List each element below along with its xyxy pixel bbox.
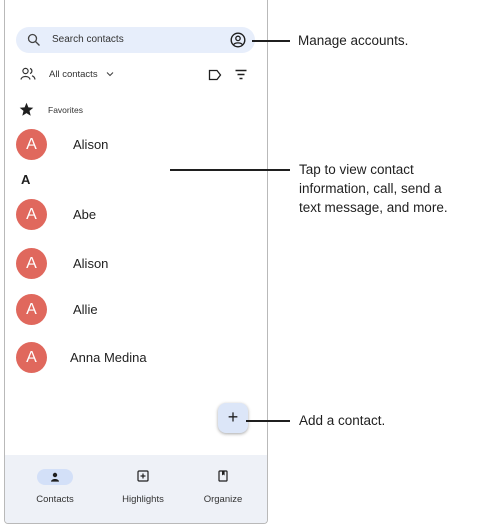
contact-row[interactable]: A Anna Medina: [5, 342, 267, 376]
contact-name: Alison: [73, 137, 109, 152]
callout-tap-line-3: text message, and more.: [299, 200, 448, 215]
callout-add-contact: Add a contact.: [299, 413, 386, 428]
callout-tap-line-1: Tap to view contact: [299, 162, 414, 177]
nav-highlights[interactable]: Highlights: [103, 469, 183, 505]
account-circle-icon[interactable]: [230, 32, 246, 48]
callout-line-manage: [252, 40, 290, 42]
contact-row[interactable]: A Abe: [5, 199, 267, 233]
contact-name: Alison: [73, 256, 109, 271]
bottom-navigation: Contacts Highlights Organize: [5, 455, 267, 523]
search-icon: [27, 33, 40, 46]
nav-organize[interactable]: Organize: [183, 469, 263, 505]
contact-row[interactable]: A Alison: [5, 129, 267, 163]
all-contacts-dropdown[interactable]: All contacts: [49, 69, 98, 80]
contacts-app-screen: Search contacts All contacts Favorites A…: [4, 0, 268, 524]
contact-row[interactable]: A Allie: [5, 294, 267, 328]
callout-line-tap: [170, 169, 290, 171]
favorites-header: Favorites: [5, 102, 267, 118]
section-letter: A: [21, 172, 31, 187]
avatar: A: [16, 129, 47, 160]
contact-name: Abe: [73, 207, 97, 222]
favorites-label: Favorites: [48, 105, 83, 115]
people-icon: [20, 67, 36, 80]
nav-highlights-icon-wrap: [103, 469, 183, 485]
callout-line-add: [246, 420, 290, 422]
star-icon: [19, 102, 34, 116]
nav-organize-icon-wrap: [183, 469, 263, 485]
avatar: A: [16, 199, 47, 230]
search-input[interactable]: Search contacts: [52, 34, 124, 45]
avatar: A: [16, 294, 47, 325]
bookmark-icon: [218, 470, 228, 482]
callout-manage-accounts: Manage accounts.: [298, 33, 409, 48]
add-contact-button[interactable]: +: [218, 403, 248, 433]
filter-row: All contacts: [5, 66, 267, 84]
nav-organize-label: Organize: [203, 494, 243, 505]
avatar: A: [16, 342, 47, 373]
highlights-icon: [137, 470, 149, 482]
nav-contacts-label: Contacts: [36, 494, 74, 505]
person-icon: [51, 472, 59, 482]
callout-tap-line-2: information, call, send a: [299, 181, 442, 196]
search-bar[interactable]: Search contacts: [16, 27, 255, 53]
avatar: A: [16, 248, 47, 279]
contact-name: Anna Medina: [70, 350, 147, 365]
contact-name: Allie: [73, 302, 98, 317]
sort-icon[interactable]: [235, 69, 247, 80]
contact-row[interactable]: A Alison: [5, 248, 267, 282]
nav-highlights-label: Highlights: [122, 494, 164, 505]
nav-contacts[interactable]: Contacts: [15, 469, 95, 505]
nav-contacts-indicator: [37, 469, 73, 485]
chevron-down-icon[interactable]: [106, 70, 114, 78]
label-icon[interactable]: [208, 69, 222, 81]
